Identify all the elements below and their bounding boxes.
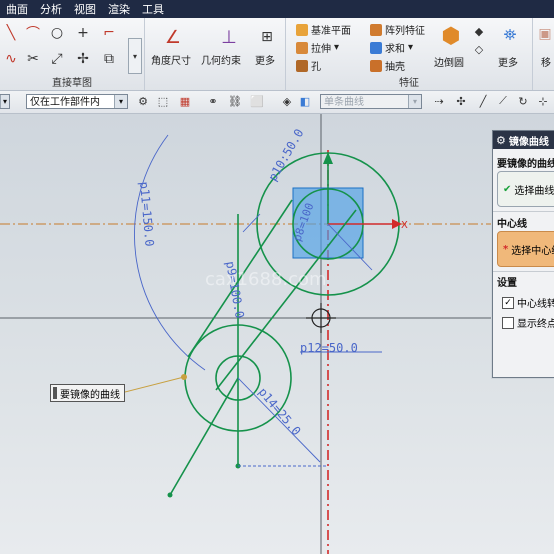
geometric-constraint-icon[interactable]: ⊥ [215, 24, 243, 50]
settings-section-header[interactable]: 设置 [497, 274, 517, 289]
watermark-text: cax1688.com [205, 269, 327, 290]
mirror-curve-dialog: ⚙ 镜像曲线 要镜像的曲线 ✔ 选择曲线 中心线 * 选择中心线 设置 ✓ 中心… [492, 130, 554, 378]
ribbon: ╲ ⌒ ○ + ⌐ ∿ ✂ ⤢ ✢ ⧉ ▾ 直接草图 ∠ 角度尺寸 ⊥ 几何约束… [0, 18, 554, 91]
shell-icon [370, 59, 382, 72]
menu-view[interactable]: 视图 [74, 1, 96, 17]
menu-analysis[interactable]: 分析 [40, 1, 62, 17]
sketch-group: ╲ ⌒ ○ + ⌐ ∿ ✂ ⤢ ✢ ⧉ ▾ 直接草图 [0, 18, 145, 90]
checkbox-checked[interactable]: ✓ [502, 296, 514, 309]
chamfer-icon[interactable]: ◆ [472, 24, 486, 38]
shell-button[interactable]: 抽壳 [370, 58, 405, 73]
checkbox-unchecked[interactable] [502, 316, 514, 329]
angle-dimension-button[interactable]: 角度尺寸 [151, 52, 191, 67]
arc-icon[interactable]: ⌒ [24, 24, 42, 42]
gear-icon[interactable]: ⚙ [496, 134, 506, 147]
select-curves-field[interactable]: ✔ 选择曲线 [497, 171, 554, 207]
studio-spline-icon[interactable]: ∿ [2, 50, 20, 68]
select-centerline-field[interactable]: * 选择中心线 [497, 231, 554, 267]
feature-group-label: 特征 [399, 78, 419, 89]
type-filter-select[interactable]: ▾ [0, 94, 10, 109]
mirror-icon[interactable]: ⧉ [100, 50, 118, 68]
fillet-icon[interactable]: ⌐ [100, 24, 118, 42]
line-icon[interactable]: ╲ [2, 24, 20, 42]
divider [493, 211, 554, 212]
centerline-reference-checkbox[interactable]: ✓ 中心线转为参考 [502, 295, 554, 310]
rect-select-icon[interactable]: ⬜ [250, 94, 264, 108]
selection-scope-select[interactable]: 仅在工作部件内 ▾ [26, 94, 128, 109]
selection-tooltip: 要镜像的曲线 [50, 384, 125, 402]
p12-dimension-text[interactable]: p12=50.0 [300, 341, 358, 355]
p14-dimension-text[interactable]: p14=25.0 [256, 385, 304, 438]
move-face-icon[interactable]: ▣ [537, 24, 553, 44]
extrude-icon [296, 41, 308, 54]
hole-icon [296, 59, 308, 72]
snap-endpoint-icon[interactable]: ✣ [454, 94, 468, 108]
checkmark-icon: ✔ [503, 183, 512, 195]
menu-surface[interactable]: 曲面 [6, 1, 28, 17]
connect-icon[interactable]: ⚭ [206, 94, 220, 108]
more-feature-icon[interactable]: ⛯ [498, 24, 522, 46]
edge-blend-icon[interactable]: ⬢ [436, 22, 466, 50]
sketch-gallery-scroll[interactable]: ▾ [128, 38, 142, 74]
stop-at-intersection-icon[interactable]: ⇢ [432, 94, 446, 108]
pattern-icon [370, 23, 382, 36]
view-icon[interactable]: ◈ [280, 94, 294, 108]
divider [493, 271, 554, 272]
snap-arc-icon[interactable]: ↻ [516, 94, 530, 108]
offset-icon[interactable]: ✢ [74, 50, 92, 68]
point-icon[interactable]: + [74, 24, 92, 42]
tooltip-grip-icon [53, 387, 57, 399]
lower-arm-line[interactable] [169, 377, 239, 496]
more-sketch-button[interactable]: 更多 [255, 52, 275, 67]
tooltip-leader [124, 376, 185, 393]
move-face-button[interactable]: 移 [541, 54, 551, 69]
more-feature-button[interactable]: 更多 [498, 54, 518, 69]
more-sketch-icon[interactable]: ⊞ [253, 24, 281, 50]
angle-dimension-icon[interactable]: ∠ [159, 24, 187, 50]
edge-blend-button[interactable]: 边倒圆 [434, 54, 464, 69]
circle-icon[interactable]: ○ [48, 24, 66, 42]
unite-icon [370, 41, 382, 54]
hole-button[interactable]: 孔 [296, 58, 321, 73]
sync-group: ▣ 移 [533, 18, 554, 90]
menu-bar: 曲面 分析 视图 渲染 工具 [0, 0, 554, 18]
snap-icon[interactable]: ⚙ [136, 94, 150, 108]
select-filter-icon[interactable]: ⬚ [156, 94, 170, 108]
curves-section-header[interactable]: 要镜像的曲线 [497, 155, 554, 170]
datum-plane-icon [296, 23, 308, 36]
menu-render[interactable]: 渲染 [108, 1, 130, 17]
datum-plane-button[interactable]: 基准平面 [296, 22, 351, 37]
chain-icon[interactable]: ⛓ [228, 94, 242, 108]
trim-icon[interactable]: ✂ [24, 50, 42, 68]
p10-dimension-text[interactable]: p10:50.0 [265, 126, 306, 183]
feature-group: 基准平面 拉伸 ▾ 孔 阵列特征 求和 ▾ 抽壳 ⬢ 边倒圆 ◆ ◇ ⛯ 更多 特征 [286, 18, 533, 90]
selection-toolbar: ▾ 仅在工作部件内 ▾ ⚙ ⬚ ▦ ⚭ ⛓ ⬜ ◈ ◧ 单条曲线 ▾ ⇢ ✣ ╱ ⟋… [0, 91, 554, 114]
extend-icon[interactable]: ⤢ [48, 50, 66, 68]
feature-filter-icon[interactable]: ▦ [178, 94, 192, 108]
snap-line-icon[interactable]: ╱ [476, 94, 490, 108]
p11-dimension-arc[interactable] [134, 134, 206, 371]
geometric-constraint-button[interactable]: 几何约束 [201, 52, 241, 67]
sketch-group-label: 直接草图 [52, 78, 92, 89]
p11-dimension-text[interactable]: p11=150.0 [137, 181, 157, 247]
extrude-button[interactable]: 拉伸 ▾ [296, 40, 339, 55]
arm-endpoint[interactable] [167, 492, 173, 498]
required-asterisk-icon: * [503, 243, 509, 255]
menu-tools[interactable]: 工具 [142, 1, 164, 17]
pattern-feature-button[interactable]: 阵列特征 [370, 22, 425, 37]
centerline-section-header[interactable]: 中心线 [497, 215, 527, 230]
snap-midpoint-icon[interactable]: ⟋ [496, 94, 510, 108]
unite-button[interactable]: 求和 ▾ [370, 40, 413, 55]
curve-rule-select[interactable]: 单条曲线 ▾ [320, 94, 422, 109]
show-endpoints-checkbox[interactable]: 显示终点 [502, 315, 554, 330]
sketch-svg[interactable]: X p11=150.0 p10:50.0 p8=100 p9=100.0 p12… [0, 114, 554, 554]
dialog-title-bar[interactable]: ⚙ 镜像曲线 [493, 131, 554, 149]
draft-icon[interactable]: ◇ [472, 42, 486, 56]
snap-point-icon[interactable]: ⊹ [536, 94, 550, 108]
graphics-window[interactable]: X p11=150.0 p10:50.0 p8=100 p9=100.0 p12… [0, 114, 554, 554]
constraint-group: ∠ 角度尺寸 ⊥ 几何约束 ⊞ 更多 [145, 18, 286, 90]
x-axis-label: X [401, 220, 408, 231]
solid-icon[interactable]: ◧ [298, 94, 312, 108]
